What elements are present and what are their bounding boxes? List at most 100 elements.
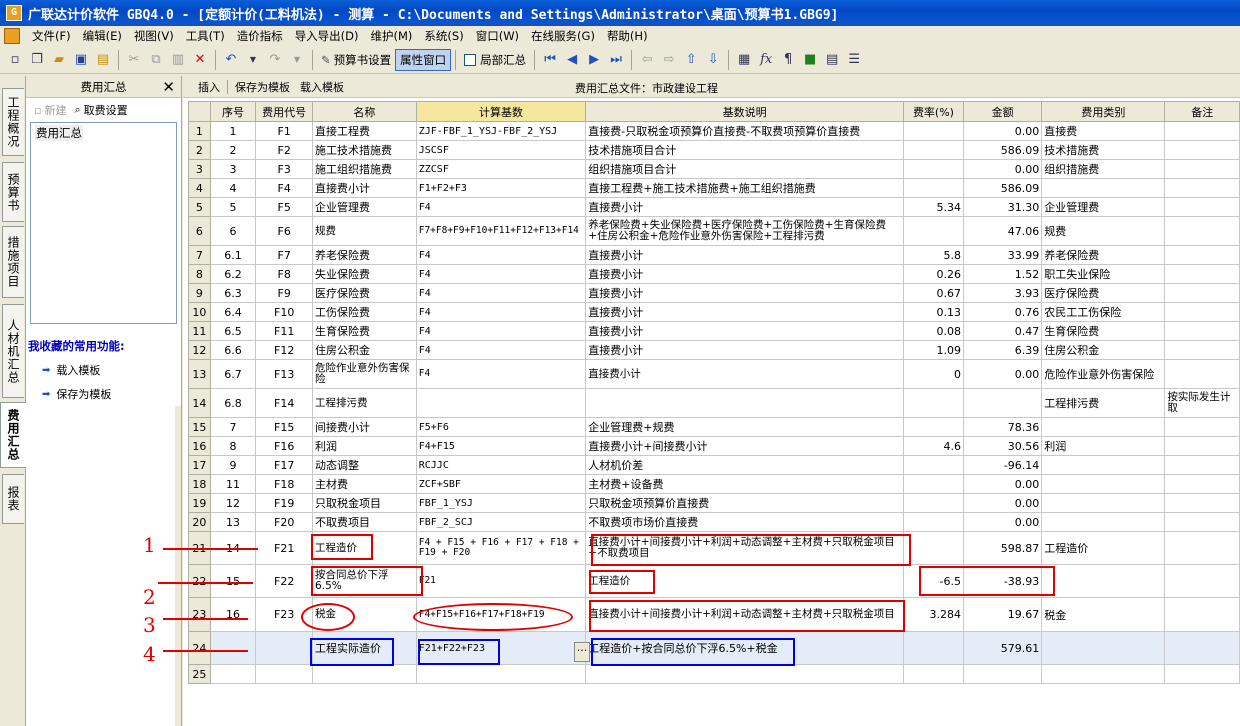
fee-tree[interactable]: 费用汇总 <box>30 122 177 324</box>
cell-base[interactable]: F4 <box>415 197 587 217</box>
cell-amount[interactable]: 598.87 <box>962 531 1043 565</box>
cell-base-desc[interactable]: 直接费小计 <box>585 283 904 303</box>
cell-base[interactable]: F4 <box>415 283 587 303</box>
cell-fee-type[interactable]: 生育保险费 <box>1041 321 1166 341</box>
local-summary-checkbox[interactable] <box>464 53 477 66</box>
cell-remark[interactable] <box>1164 664 1240 684</box>
cell-base-desc[interactable]: 主材费+设备费 <box>585 474 904 494</box>
cell-remark[interactable] <box>1164 474 1240 494</box>
header-base-desc[interactable]: 基数说明 <box>585 101 904 122</box>
cell-remark[interactable] <box>1164 493 1240 513</box>
cell-base[interactable]: F4 <box>415 359 587 389</box>
cell-name[interactable]: 医疗保险费 <box>312 283 417 303</box>
cell-remark[interactable]: 按实际发生计取 <box>1164 388 1240 418</box>
cell-seq[interactable] <box>209 631 257 665</box>
menu-maintenance[interactable]: 维护(M) <box>365 28 419 44</box>
table-row[interactable]: 2 2 F2 施工技术措施费 JSCSF 技术措施项目合计 586.09 技术措施费 <box>188 140 1240 160</box>
cell-base-desc[interactable]: 企业管理费+规费 <box>585 417 904 437</box>
cell-base[interactable]: F4 <box>415 302 587 322</box>
cell-base[interactable]: FBF_2_SCJ <box>415 512 587 532</box>
cell-rate[interactable] <box>902 474 965 494</box>
cell-remark[interactable] <box>1164 359 1240 389</box>
close-icon[interactable]: ✕ <box>162 78 175 96</box>
tab-report[interactable]: 报表 <box>2 474 24 524</box>
table-row[interactable]: 25 <box>188 664 1240 684</box>
cell-name[interactable]: 只取税金项目 <box>312 493 417 513</box>
cell-name[interactable]: 工伤保险费 <box>312 302 417 322</box>
insert-button[interactable]: 插入 <box>193 79 225 95</box>
cell-base[interactable]: JSCSF <box>415 140 587 160</box>
cell-name[interactable]: 利润 <box>312 436 417 456</box>
cell-name[interactable]: 住房公积金 <box>312 340 417 360</box>
prev-icon[interactable]: ◀ <box>561 49 583 71</box>
cell-fee-type[interactable]: 组织措施费 <box>1041 159 1166 179</box>
cell-base-desc[interactable]: 养老保险费+失业保险费+医疗保险费+工伤保险费+生育保险费+住房公积金+危险作业… <box>585 216 904 246</box>
cell-amount[interactable]: 19.67 <box>962 597 1043 632</box>
table-row[interactable]: 6 6 F6 规费 F7+F8+F9+F10+F11+F12+F13+F14 养老保险费+… <box>188 216 1240 246</box>
move-down-icon[interactable]: ⇩ <box>702 49 724 71</box>
document-menu-icon[interactable] <box>4 28 20 44</box>
cell-name[interactable]: 主材费 <box>312 474 417 494</box>
tab-project-overview[interactable]: 工程概况 <box>2 88 24 156</box>
cell-seq[interactable]: 6.7 <box>209 359 257 389</box>
cell-code[interactable]: F4 <box>255 178 314 198</box>
table-row[interactable]: 5 5 F5 企业管理费 F4 直接费小计 5.34 31.30 企业管理费 <box>188 197 1240 217</box>
cell-amount[interactable]: 0.00 <box>962 474 1043 494</box>
cell-fee-type[interactable]: 规费 <box>1041 216 1166 246</box>
delete-icon[interactable]: ✕ <box>189 49 211 71</box>
cell-base-desc[interactable]: 组织措施项目合计 <box>585 159 904 179</box>
menu-help[interactable]: 帮助(H) <box>601 28 654 44</box>
cell-rate[interactable]: 3.284 <box>902 597 965 632</box>
cell-base-desc[interactable]: 直接费小计 <box>585 245 904 265</box>
cell-remark[interactable] <box>1164 417 1240 437</box>
new-button[interactable]: ▫ 新建 <box>34 102 66 118</box>
calculator-icon[interactable]: ▦ <box>733 49 755 71</box>
cell-name[interactable]: 规费 <box>312 216 417 246</box>
menu-view[interactable]: 视图(V) <box>128 28 180 44</box>
header-rate[interactable]: 费率(%) <box>902 101 965 122</box>
left-panel-scrollbar[interactable] <box>175 406 181 726</box>
cell-amount[interactable]: 586.09 <box>962 140 1043 160</box>
list-icon[interactable]: ☰ <box>843 49 865 71</box>
cell-remark[interactable] <box>1164 140 1240 160</box>
cell-seq[interactable]: 12 <box>209 493 257 513</box>
table-icon[interactable]: ▤ <box>821 49 843 71</box>
function-icon[interactable]: fx <box>755 49 777 71</box>
cell-code[interactable]: F14 <box>255 388 314 418</box>
cell-amount[interactable]: 3.93 <box>962 283 1043 303</box>
cell-name[interactable]: 失业保险费 <box>312 264 417 284</box>
cell-seq[interactable] <box>209 664 257 684</box>
fee-setting-button[interactable]: ⌕ 取费设置 <box>74 102 127 118</box>
cell-rate[interactable] <box>902 121 965 141</box>
menu-edit[interactable]: 编辑(E) <box>77 28 128 44</box>
cell-rate[interactable]: 0.13 <box>902 302 965 322</box>
cell-base[interactable] <box>415 664 587 684</box>
cell-base-desc[interactable]: 人材机价差 <box>585 455 904 475</box>
cell-remark[interactable] <box>1164 340 1240 360</box>
open-folder-icon[interactable]: ▰ <box>48 49 70 71</box>
cell-fee-type[interactable]: 企业管理费 <box>1041 197 1166 217</box>
cell-code[interactable]: F7 <box>255 245 314 265</box>
cell-name[interactable]: 危险作业意外伤害保险 <box>312 359 417 389</box>
last-icon[interactable]: ⏭ <box>605 49 627 71</box>
cell-base-desc[interactable]: 直接费小计 <box>585 302 904 322</box>
dropdown-icon[interactable]: ▼ <box>242 49 264 71</box>
cell-amount[interactable] <box>962 388 1043 418</box>
table-row[interactable]: 19 12 F19 只取税金项目 FBF_1_YSJ 只取税金项预算价直接费 0.00 <box>188 493 1240 513</box>
cell-seq[interactable]: 6.3 <box>209 283 257 303</box>
cell-seq[interactable]: 9 <box>209 455 257 475</box>
cell-amount[interactable]: 1.52 <box>962 264 1043 284</box>
cell-rate[interactable] <box>902 216 965 246</box>
cell-fee-type[interactable]: 工程造价 <box>1041 531 1166 565</box>
header-fee-type[interactable]: 费用类别 <box>1041 101 1166 122</box>
paste-icon[interactable]: ▥ <box>167 49 189 71</box>
cell-base[interactable]: F5+F6 <box>415 417 587 437</box>
cell-rate[interactable] <box>902 493 965 513</box>
cell-fee-type[interactable]: 医疗保险费 <box>1041 283 1166 303</box>
table-row[interactable]: 17 9 F17 动态调整 RCJJC 人材机价差 -96.14 <box>188 455 1240 475</box>
cell-rate[interactable] <box>902 178 965 198</box>
header-remark[interactable]: 备注 <box>1164 101 1240 122</box>
cell-code[interactable]: F11 <box>255 321 314 341</box>
cell-amount[interactable]: 0.47 <box>962 321 1043 341</box>
cell-base[interactable]: F4 <box>415 340 587 360</box>
